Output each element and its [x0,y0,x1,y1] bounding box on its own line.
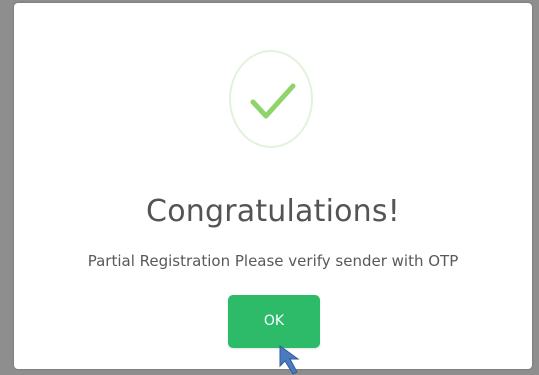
checkmark-icon [250,83,296,119]
mouse-pointer-icon [279,345,300,375]
dialog-message: Partial Registration Please verify sende… [87,252,459,270]
success-icon-circle [229,50,313,148]
ok-button[interactable]: OK [228,295,320,348]
success-dialog: Congratulations! Partial Registration Pl… [14,3,532,369]
dialog-title: Congratulations! [146,194,400,229]
